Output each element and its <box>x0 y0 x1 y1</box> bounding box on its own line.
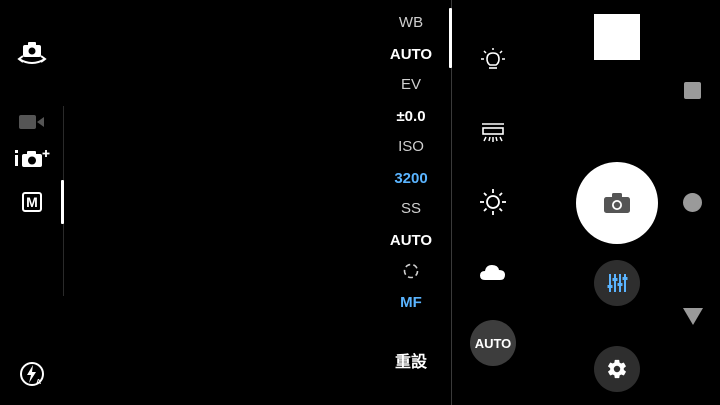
wb-incandescent-button[interactable] <box>470 42 516 82</box>
nav-home-button[interactable] <box>683 193 702 212</box>
manual-mode-icon: M <box>22 192 42 212</box>
iso-value[interactable]: 3200 <box>370 170 452 187</box>
camera-icon <box>602 192 632 214</box>
focus-value[interactable]: MF <box>370 294 452 311</box>
shutter-button[interactable] <box>576 162 658 244</box>
camera-plus-mode-button[interactable] <box>14 146 54 170</box>
wb-auto-button[interactable]: AUTO <box>470 320 516 366</box>
incandescent-icon <box>478 47 508 77</box>
adjust-button[interactable] <box>594 260 640 306</box>
camera-switch-icon <box>14 40 50 70</box>
video-camera-icon <box>17 112 47 132</box>
settings-button[interactable] <box>594 346 640 392</box>
ss-value[interactable]: AUTO <box>370 232 452 249</box>
wb-label[interactable]: WB <box>370 14 452 31</box>
wb-auto-label: AUTO <box>474 335 512 351</box>
wb-cloudy-button[interactable] <box>470 252 516 292</box>
reset-button[interactable]: 重設 <box>370 348 452 372</box>
cloudy-icon <box>478 260 508 284</box>
focus-ring-icon <box>402 262 420 280</box>
scroll-indicator[interactable] <box>449 8 452 68</box>
ev-label[interactable]: EV <box>370 76 452 93</box>
wb-daylight-button[interactable] <box>470 182 516 222</box>
wb-fluorescent-button[interactable] <box>470 112 516 152</box>
gallery-thumbnail[interactable] <box>594 14 640 60</box>
daylight-icon <box>478 187 508 217</box>
focus-mode-button[interactable] <box>402 262 420 280</box>
camera-switch-button[interactable] <box>14 40 50 70</box>
mode-rail-indicator <box>61 180 64 224</box>
triangle-icon <box>681 306 705 326</box>
flash-auto-icon: A <box>18 360 46 388</box>
iso-label[interactable]: ISO <box>370 138 452 155</box>
ss-label[interactable]: SS <box>370 200 452 217</box>
gear-icon <box>606 358 628 380</box>
svg-text:A: A <box>36 379 41 386</box>
nav-recents-button[interactable] <box>684 82 701 99</box>
sliders-icon <box>606 272 628 294</box>
wb-value[interactable]: AUTO <box>370 46 452 63</box>
camera-plus-icon <box>14 146 54 170</box>
manual-mode-button[interactable]: M <box>21 191 43 213</box>
video-mode-button[interactable] <box>17 112 47 132</box>
flash-button[interactable]: A <box>18 360 46 388</box>
ev-value[interactable]: ±0.0 <box>370 108 452 125</box>
nav-back-button[interactable] <box>681 306 705 326</box>
fluorescent-icon <box>478 117 508 147</box>
